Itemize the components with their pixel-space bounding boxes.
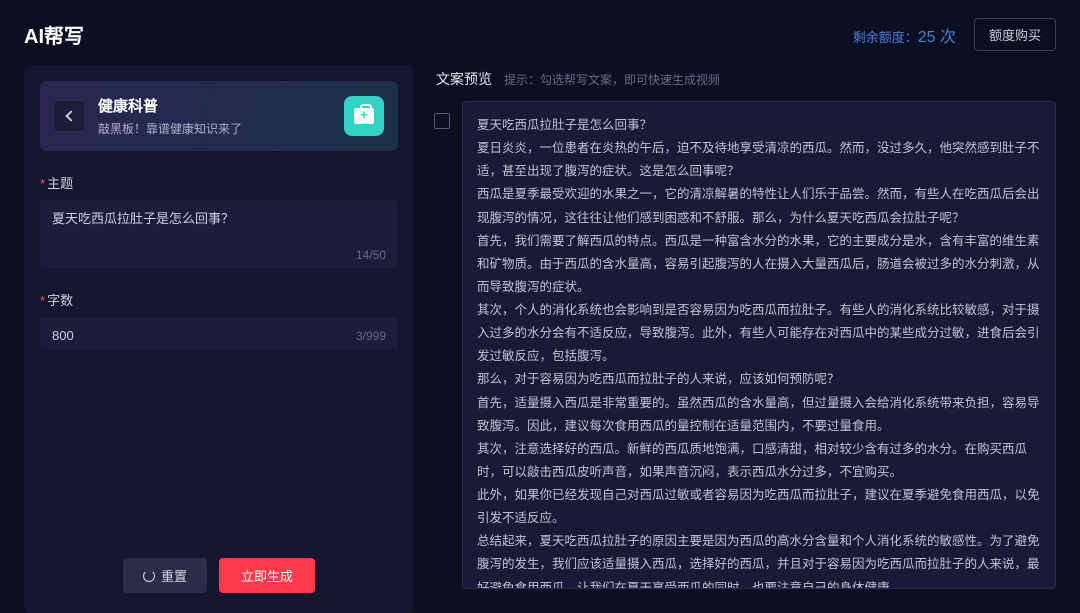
topic-group: *主题 14/50	[40, 173, 398, 268]
preview-hint: 提示：勾选帮写文案，即可快速生成视频	[504, 71, 720, 88]
buy-credits-button[interactable]: 额度购买	[974, 18, 1056, 51]
category-title: 健康科普	[98, 95, 330, 116]
action-row: 重置 立即生成	[40, 550, 398, 597]
page-title: AI帮写	[24, 20, 84, 49]
generate-button[interactable]: 立即生成	[219, 558, 315, 593]
generated-content[interactable]: 夏天吃西瓜拉肚子是怎么回事？夏日炎炎，一位患者在炎热的午后，迫不及待地享受清凉的…	[462, 101, 1056, 589]
content-paragraph: 首先，我们需要了解西瓜的特点。西瓜是一种富含水分的水果，它的主要成分是水，含有丰…	[477, 230, 1041, 299]
credit-info: 剩余额度：25 次	[853, 23, 956, 47]
words-group: *字数 3/999	[40, 290, 398, 349]
preview-body: 夏天吃西瓜拉肚子是怎么回事？夏日炎炎，一位患者在炎热的午后，迫不及待地享受清凉的…	[434, 101, 1056, 589]
chevron-left-icon	[65, 110, 76, 121]
select-checkbox[interactable]	[434, 113, 450, 129]
preview-title: 文案预览	[436, 69, 492, 89]
content-paragraph: 那么，对于容易因为吃西瓜而拉肚子的人来说，应该如何预防呢？	[477, 368, 1041, 391]
topic-input-wrap: 14/50	[40, 200, 398, 268]
content-paragraph: 夏日炎炎，一位患者在炎热的午后，迫不及待地享受清凉的西瓜。然而，没过多久，他突然…	[477, 137, 1041, 183]
words-counter: 3/999	[356, 329, 386, 343]
medkit-icon	[354, 108, 374, 124]
category-card: 健康科普 敲黑板！靠谱健康知识来了	[40, 81, 398, 151]
category-text: 健康科普 敲黑板！靠谱健康知识来了	[98, 95, 330, 137]
reset-label: 重置	[161, 566, 187, 585]
content-paragraph: 其次，个人的消化系统也会影响到是否容易因为吃西瓜而拉肚子。有些人的消化系统比较敏…	[477, 299, 1041, 368]
category-icon-wrap	[344, 96, 384, 136]
topic-counter: 14/50	[52, 248, 386, 262]
content-paragraph: 其次，注意选择好的西瓜。新鲜的西瓜质地饱满，口感清甜，相对较少含有过多的水分。在…	[477, 438, 1041, 484]
header: AI帮写 剩余额度：25 次 额度购买	[0, 0, 1080, 65]
back-button[interactable]	[54, 101, 84, 131]
topic-label: *主题	[40, 173, 398, 192]
preview-panel: 文案预览 提示：勾选帮写文案，即可快速生成视频 夏天吃西瓜拉肚子是怎么回事？夏日…	[434, 65, 1056, 613]
content-paragraph: 西瓜是夏季最受欢迎的水果之一，它的清凉解暑的特性让人们乐于品尝。然而，有些人在吃…	[477, 183, 1041, 229]
words-input-wrap: 3/999	[40, 317, 398, 349]
content-paragraph: 总结起来，夏天吃西瓜拉肚子的原因主要是因为西瓜的高水分含量和个人消化系统的敏感性…	[477, 530, 1041, 589]
preview-header: 文案预览 提示：勾选帮写文案，即可快速生成视频	[434, 65, 1056, 101]
topic-input[interactable]	[52, 210, 386, 225]
content-paragraph: 首先，适量摄入西瓜是非常重要的。虽然西瓜的含水量高，但过量摄入会给消化系统带来负…	[477, 392, 1041, 438]
words-input[interactable]	[52, 328, 286, 343]
words-label: *字数	[40, 290, 398, 309]
header-right: 剩余额度：25 次 额度购买	[853, 18, 1056, 51]
content-paragraph: 夏天吃西瓜拉肚子是怎么回事？	[477, 114, 1041, 137]
credit-value: 25 次	[918, 29, 956, 46]
reset-button[interactable]: 重置	[123, 558, 207, 593]
refresh-icon	[143, 570, 155, 582]
content-paragraph: 此外，如果你已经发现自己对西瓜过敏或者容易因为吃西瓜而拉肚子，建议在夏季避免食用…	[477, 484, 1041, 530]
category-subtitle: 敲黑板！靠谱健康知识来了	[98, 120, 330, 137]
credit-label: 剩余额度：	[853, 30, 918, 45]
config-panel: 健康科普 敲黑板！靠谱健康知识来了 *主题 14/50 *字数 3/999	[24, 65, 414, 613]
